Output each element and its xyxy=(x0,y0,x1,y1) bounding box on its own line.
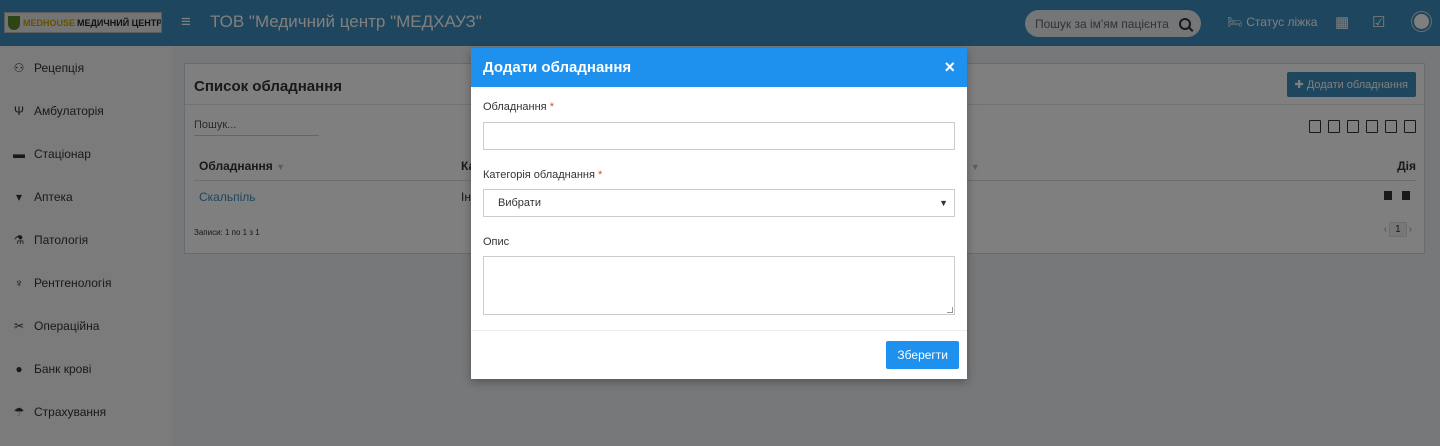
description-textarea[interactable] xyxy=(483,256,955,315)
close-icon[interactable]: × xyxy=(944,57,955,78)
category-field-label: Категорія обладнання * xyxy=(483,169,602,181)
chevron-down-icon: ▼ xyxy=(939,198,948,208)
description-field-label: Опис xyxy=(483,236,510,248)
save-button[interactable]: Зберегти xyxy=(886,341,959,369)
resize-handle-icon[interactable] xyxy=(947,307,953,313)
category-select[interactable]: Вибрати ▼ xyxy=(483,189,955,217)
equipment-label-text: Обладнання xyxy=(483,101,547,113)
add-equipment-modal: Додати обладнання × Обладнання * Категор… xyxy=(471,48,967,379)
equipment-field-label: Обладнання * xyxy=(483,101,554,113)
required-mark: * xyxy=(598,169,603,181)
modal-title: Додати обладнання xyxy=(483,59,632,76)
modal-footer-divider xyxy=(471,330,967,331)
required-mark: * xyxy=(549,101,554,113)
modal-header: Додати обладнання × xyxy=(471,48,967,87)
category-select-value: Вибрати xyxy=(498,197,541,209)
equipment-input[interactable] xyxy=(483,122,955,150)
category-label-text: Категорія обладнання xyxy=(483,169,595,181)
